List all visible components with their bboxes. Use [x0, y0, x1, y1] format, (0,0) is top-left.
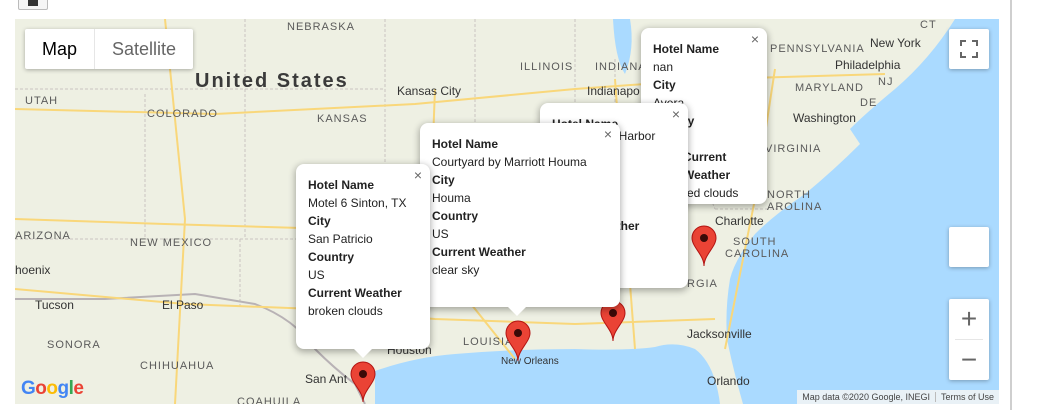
label-virginia: VIRGINIA — [765, 143, 822, 155]
map-canvas[interactable]: NEBRASKA United States UTAH COLORADO KAN… — [15, 19, 999, 404]
label-georgia: RGIA — [687, 278, 718, 290]
zoom-control: + − — [949, 299, 989, 380]
toolbar-button[interactable] — [18, 0, 48, 10]
map-data-text: Map data ©2020 Google, INEGI — [802, 392, 930, 402]
label-north-carolina-1: NORTH — [767, 189, 811, 201]
city-value: San Patricio — [308, 232, 373, 246]
country-label: Country — [432, 209, 478, 223]
label-chihuahua: CHIHUAHUA — [140, 360, 215, 372]
hotel-name-value: Courtyard by Marriott Houma — [432, 155, 587, 169]
label-san-antonio: San Ant — [305, 372, 348, 386]
hotel-name-value: nan — [653, 60, 674, 74]
label-philadelphia: Philadelphia — [835, 58, 901, 72]
info-window-tail — [354, 349, 372, 358]
label-coahuila: COAHUILA — [237, 396, 302, 404]
map-type-map-button[interactable]: Map — [25, 29, 94, 69]
info-window-tail — [508, 307, 526, 316]
label-de: DE — [860, 97, 878, 109]
label-maryland: MARYLAND — [795, 82, 864, 94]
google-logo[interactable]: Google — [21, 378, 84, 400]
label-pennsylvania: PENNSYLVANIA — [770, 43, 865, 55]
info-window: × Hotel Name Motel 6 Sinton, TX City San… — [296, 164, 430, 358]
label-nebraska: NEBRASKA — [287, 21, 355, 33]
terms-of-use-link[interactable]: Terms of Use — [936, 392, 999, 402]
close-icon[interactable]: × — [751, 30, 759, 48]
label-kansas: KANSAS — [317, 113, 368, 125]
weather-label: Current Weather — [432, 245, 526, 259]
label-orlando: Orlando — [707, 374, 750, 388]
label-illinois: ILLINOIS — [520, 61, 574, 73]
hotel-name-label: Hotel Name — [653, 42, 720, 56]
label-el-paso: El Paso — [162, 298, 204, 312]
label-ct: CT — [920, 19, 937, 31]
zoom-in-button[interactable]: + — [949, 299, 989, 339]
city-label: City — [653, 78, 676, 92]
close-icon[interactable]: × — [414, 166, 422, 184]
fullscreen-button[interactable] — [949, 29, 989, 69]
label-arizona: ARIZONA — [15, 230, 71, 242]
label-utah: UTAH — [25, 95, 59, 107]
label-north-carolina-2: AROLINA — [767, 201, 823, 213]
label-tucson: Tucson — [35, 298, 74, 312]
fullscreen-icon — [960, 40, 978, 58]
label-colorado: COLORADO — [147, 108, 218, 120]
map-marker[interactable] — [690, 225, 718, 267]
label-new-york: New York — [870, 36, 921, 50]
country-value: US — [432, 227, 449, 241]
hotel-name-value: Motel 6 Sinton, TX — [308, 196, 407, 210]
zoom-out-button[interactable]: − — [949, 340, 989, 380]
label-jacksonville: Jacksonville — [687, 327, 752, 341]
weather-value: broken clouds — [308, 304, 383, 318]
map-type-control: Map Satellite — [25, 29, 194, 69]
image-icon — [28, 0, 38, 6]
city-label: City — [432, 173, 455, 187]
label-nj: NJ — [878, 76, 894, 88]
page-scrollbar[interactable] — [1010, 0, 1012, 410]
label-sonora: SONORA — [47, 339, 101, 351]
label-kansas-city: Kansas City — [397, 84, 462, 98]
weather-label: Current Weather — [308, 286, 402, 300]
label-charlotte: Charlotte — [715, 214, 764, 228]
street-view-button[interactable] — [949, 227, 989, 267]
label-south-carolina-1: SOUTH — [733, 236, 777, 248]
label-washington: Washington — [793, 111, 856, 125]
info-window: × Hotel Name Courtyard by Marriott Houma… — [420, 123, 620, 316]
close-icon[interactable]: × — [604, 125, 612, 143]
weather-value: clear sky — [432, 263, 480, 277]
label-new-mexico: NEW MEXICO — [130, 237, 213, 249]
hotel-name-label: Hotel Name — [432, 137, 499, 151]
country-value: US — [308, 268, 325, 282]
label-united-states: United States — [195, 70, 349, 92]
label-indiana: INDIANA — [595, 61, 647, 73]
close-icon[interactable]: × — [672, 105, 680, 123]
country-label: Country — [308, 250, 354, 264]
label-south-carolina-2: CAROLINA — [725, 248, 790, 260]
label-phoenix: hoenix — [15, 263, 51, 277]
city-value: Houma — [432, 191, 471, 205]
hotel-name-label: Hotel Name — [308, 178, 375, 192]
map-marker[interactable] — [504, 320, 532, 362]
label-indianapolis: Indianapo — [587, 84, 640, 98]
city-label: City — [308, 214, 331, 228]
map-marker[interactable] — [349, 361, 377, 403]
map-type-satellite-button[interactable]: Satellite — [94, 29, 193, 69]
map-attribution: Map data ©2020 Google, INEGI Terms of Us… — [797, 390, 999, 404]
